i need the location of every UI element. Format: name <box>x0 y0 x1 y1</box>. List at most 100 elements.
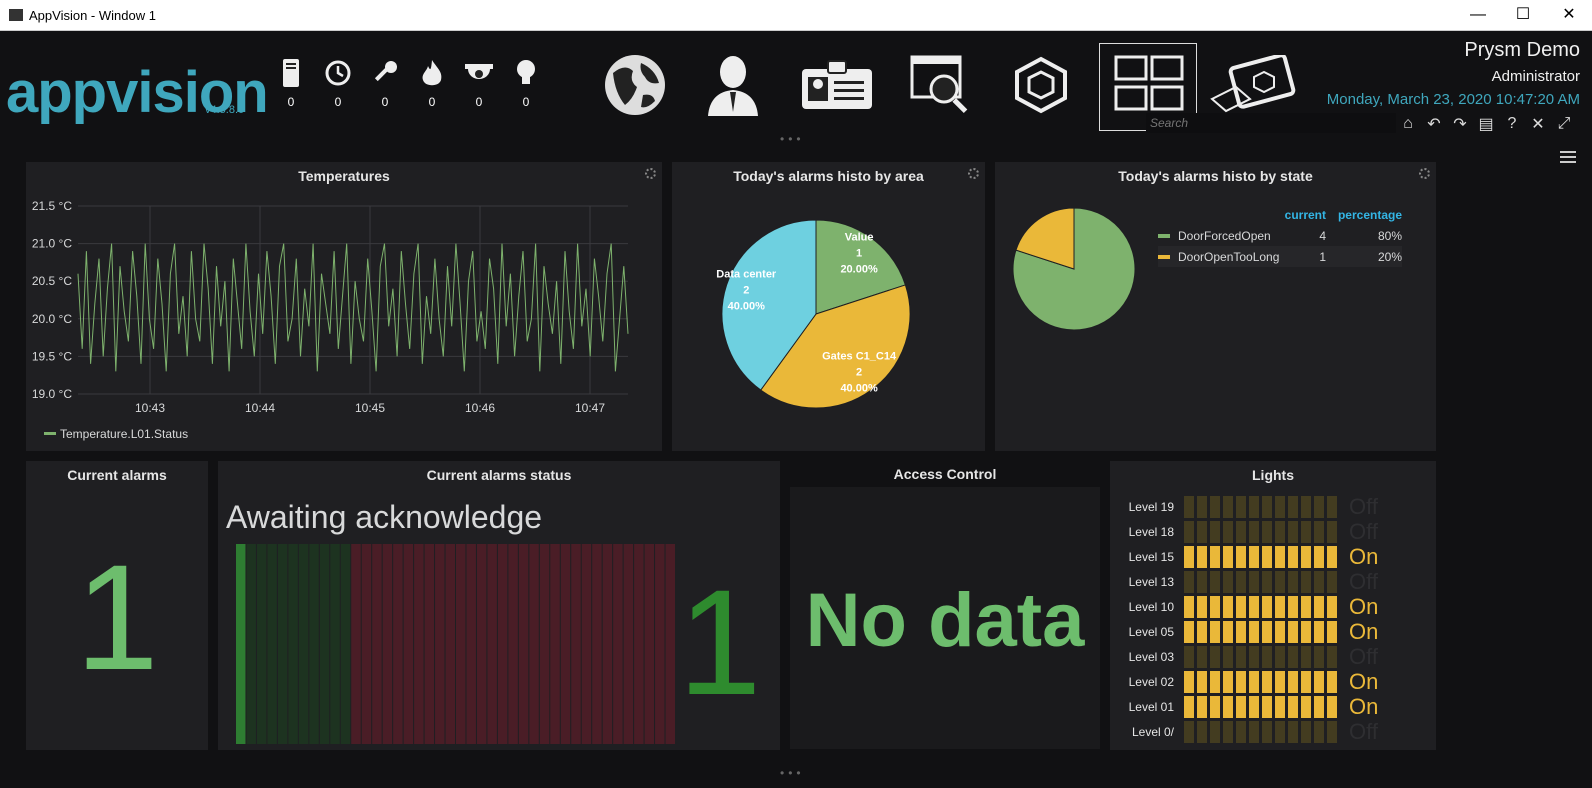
forward-icon[interactable]: ↷ <box>1450 113 1470 135</box>
server-icon <box>276 56 306 90</box>
light-bar <box>1236 646 1246 668</box>
light-level-label: Level 13 <box>1128 575 1174 589</box>
light-bar <box>1275 721 1285 743</box>
state-legend-row[interactable]: DoorOpenTooLong 1 20% <box>1158 246 1402 267</box>
light-bar <box>1288 721 1298 743</box>
light-bar <box>1236 721 1246 743</box>
slice-label: 2 <box>743 284 749 296</box>
current-datetime: Monday, March 23, 2020 10:47:20 AM <box>1326 91 1580 108</box>
light-bar <box>1262 621 1272 643</box>
light-row[interactable]: Level 18 Off <box>1110 519 1399 544</box>
light-level-bars <box>1184 571 1337 593</box>
status-bar <box>372 544 382 744</box>
light-row[interactable]: Level 02 On <box>1110 669 1399 694</box>
light-level-label: Level 03 <box>1128 650 1174 664</box>
counter-servers[interactable]: 0 <box>276 56 306 109</box>
light-row[interactable]: Level 01 On <box>1110 694 1399 719</box>
counter-fire[interactable]: 0 <box>417 56 447 109</box>
status-bar <box>655 544 665 744</box>
light-bar <box>1236 521 1246 543</box>
counter-keys[interactable]: 0 <box>370 56 400 109</box>
light-level-bars <box>1184 546 1337 568</box>
light-row[interactable]: Level 05 On <box>1110 619 1399 644</box>
home-icon[interactable]: ⌂ <box>1398 113 1418 135</box>
light-bar <box>1301 621 1311 643</box>
header-handle-icon[interactable]: ••• <box>780 132 805 146</box>
person-icon[interactable] <box>705 46 761 124</box>
version-label: v4.5.8.0 <box>205 104 245 116</box>
status-bar <box>435 544 445 744</box>
legend-label: Temperature.L01.Status <box>60 427 188 441</box>
light-bar <box>1249 671 1259 693</box>
close-button[interactable]: ✕ <box>1546 0 1592 31</box>
status-bar <box>298 544 309 744</box>
counter-history[interactable]: 0 <box>323 56 353 109</box>
light-bar <box>1184 721 1194 743</box>
counter-cameras[interactable]: 0 <box>464 56 494 109</box>
minimize-button[interactable]: — <box>1455 0 1501 31</box>
status-bar <box>487 544 497 744</box>
badge-icon[interactable] <box>800 46 874 124</box>
globe-icon[interactable] <box>602 46 668 124</box>
back-icon[interactable]: ↶ <box>1424 113 1444 135</box>
light-bar <box>1197 571 1207 593</box>
menu-icon[interactable] <box>1560 151 1576 166</box>
fullscreen-icon[interactable]: ⤢ <box>1554 113 1574 135</box>
counter-lights[interactable]: 0 <box>511 56 541 109</box>
alarms-by-area-panel: Today's alarms histo by area Value 1 20.00… <box>672 162 985 451</box>
status-bar <box>581 544 592 744</box>
light-row[interactable]: Level 0/Off <box>1110 719 1399 744</box>
alarms-by-state-panel: Today's alarms histo by state current pe… <box>995 162 1436 451</box>
legend-swatch <box>44 432 56 435</box>
y-tick-label: 19.5 °C <box>32 349 72 363</box>
light-row[interactable]: Level 10 On <box>1110 594 1399 619</box>
light-bar <box>1275 521 1285 543</box>
add-screen-icon[interactable]: ▤ <box>1476 113 1496 135</box>
light-row[interactable]: Level 19 Off <box>1110 494 1399 519</box>
temperatures-panel: Temperatures 21.5 °C 21.0 °C 20.5 °C 20.0 °… <box>26 162 662 451</box>
light-row[interactable]: Level 03 Off <box>1110 644 1399 669</box>
light-bar <box>1327 596 1337 618</box>
counter-value: 0 <box>475 95 483 109</box>
light-bar <box>1275 671 1285 693</box>
light-bar <box>1327 696 1337 718</box>
light-bar <box>1197 546 1207 568</box>
counter-value: 0 <box>428 95 436 109</box>
light-bar <box>1314 696 1324 718</box>
state-legend-row[interactable]: DoorForcedOpen 4 80% <box>1158 225 1402 246</box>
light-bar <box>1262 546 1272 568</box>
legend-current: 4 <box>1319 228 1326 243</box>
legend-swatch <box>1158 233 1170 238</box>
counter-value: 0 <box>381 95 389 109</box>
footer-handle-icon[interactable]: ••• <box>780 766 805 780</box>
camera-icon <box>464 56 494 90</box>
search-input[interactable] <box>1146 113 1396 133</box>
light-row[interactable]: Level 13 Off <box>1110 569 1399 594</box>
tools-icon[interactable]: ✕ <box>1528 113 1548 135</box>
legend-percent: 20% <box>1377 249 1402 264</box>
current-header: current <box>1284 207 1326 222</box>
panel-title: Access Control <box>893 466 997 482</box>
maximize-button[interactable]: ☐ <box>1500 0 1546 31</box>
light-bar <box>1223 496 1233 518</box>
light-bar <box>1262 671 1272 693</box>
light-bar <box>1249 696 1259 718</box>
status-bar <box>476 544 487 744</box>
light-bar <box>1301 671 1311 693</box>
status-bar <box>644 544 655 744</box>
user-name: Prysm Demo <box>1464 39 1580 61</box>
status-bar <box>246 544 256 744</box>
counter-value: 0 <box>522 95 530 109</box>
help-icon[interactable]: ? <box>1502 113 1522 135</box>
counter-value: 0 <box>334 95 342 109</box>
light-row[interactable]: Level 15 On <box>1110 544 1399 569</box>
light-bar <box>1314 721 1324 743</box>
status-bar <box>623 544 634 744</box>
cube-icon[interactable] <box>1012 46 1070 124</box>
status-bar <box>571 544 581 744</box>
web-search-icon[interactable] <box>910 46 974 124</box>
light-state: On <box>1349 694 1379 719</box>
light-bar <box>1314 521 1324 543</box>
fire-icon <box>417 56 447 90</box>
status-bar <box>309 544 319 744</box>
